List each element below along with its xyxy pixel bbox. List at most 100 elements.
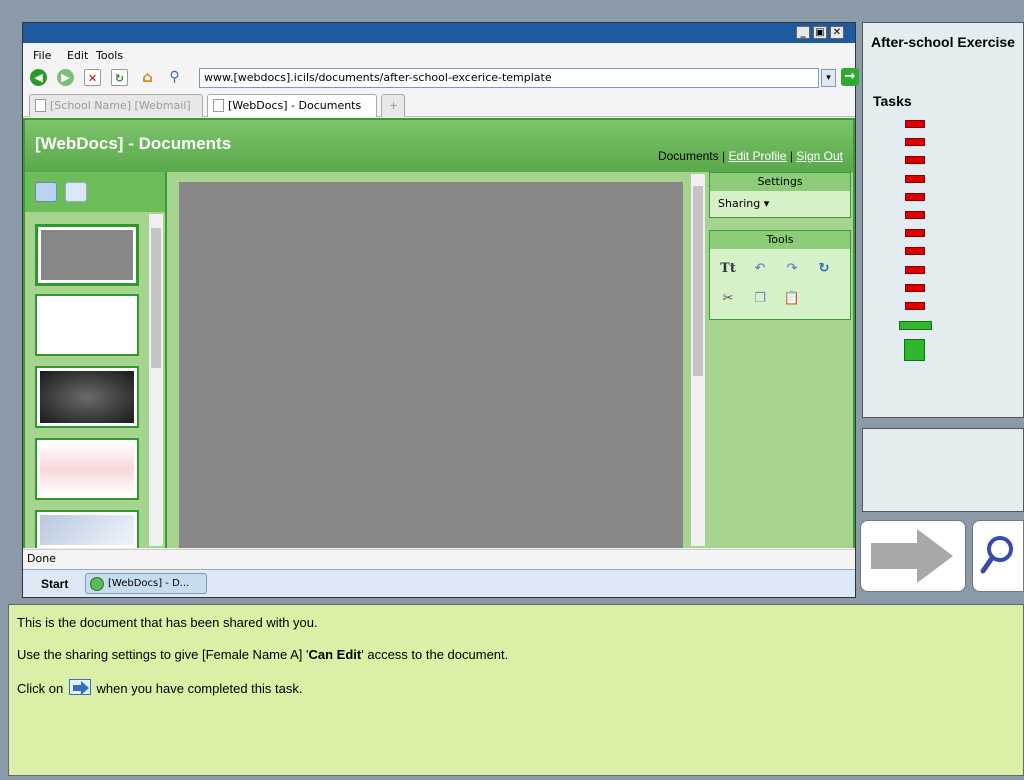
app-nav-links: Documents | Edit Profile | Sign Out: [658, 149, 843, 163]
thumbnail-scrollbar[interactable]: [149, 214, 163, 546]
slide-thumbnail-2[interactable]: [35, 294, 139, 356]
magnifier-icon: [980, 536, 1013, 574]
taskbar: Start [WebDocs] - D...: [23, 569, 855, 597]
task-marker-done: [905, 265, 925, 274]
tasks-label: Tasks: [873, 93, 912, 109]
instruction-line-2: Use the sharing settings to give [Female…: [17, 647, 508, 662]
text-format-icon[interactable]: Tt: [718, 259, 738, 279]
menu-tools[interactable]: Tools: [96, 49, 123, 62]
task-marker-done: [905, 229, 925, 238]
status-bar: Done: [23, 549, 855, 569]
close-button[interactable]: ✕: [830, 26, 844, 39]
tab-bar: [School Name] [Webmail] [WebDocs] - Docu…: [23, 91, 855, 117]
address-dropdown-icon[interactable]: ▾: [821, 69, 836, 87]
address-input[interactable]: www.[webdocs].icils/documents/after-scho…: [199, 68, 819, 88]
instruction-text: Click on: [17, 681, 64, 696]
taskbar-item-webdocs[interactable]: [WebDocs] - D...: [85, 573, 207, 594]
zoom-button[interactable]: [972, 520, 1024, 592]
instruction-line-3: Click on when you have completed this ta…: [17, 679, 302, 696]
documents-link[interactable]: Documents: [658, 149, 719, 163]
copy-icon[interactable]: ❐: [750, 289, 770, 309]
tools-header: Tools: [710, 231, 850, 249]
minimize-button[interactable]: _: [796, 26, 810, 39]
edit-profile-link[interactable]: Edit Profile: [728, 149, 786, 163]
new-tab-button[interactable]: +: [381, 94, 405, 117]
browser-window: _ ▣ ✕ File Edit Tools ◀ ▶ ✕ ↻ ⌂ ⚲ www.[w…: [22, 22, 859, 598]
app-title: [WebDocs] - Documents: [35, 134, 232, 153]
start-button[interactable]: Start: [41, 577, 68, 591]
menu-edit[interactable]: Edit: [67, 49, 88, 62]
task-marker-done: [905, 174, 925, 183]
scrollbar-thumb[interactable]: [693, 186, 703, 376]
link-separator: |: [721, 149, 726, 163]
instruction-highlight: Can Edit: [308, 647, 362, 662]
instruction-text: when you have completed this task.: [96, 681, 303, 696]
document-icon: [213, 99, 224, 112]
arrow-right-icon: [871, 529, 953, 583]
instructions-panel: This is the document that has been share…: [8, 604, 1024, 776]
task-marker-done: [905, 283, 925, 292]
menu-bar: File Edit Tools: [23, 43, 855, 65]
task-marker-done: [905, 302, 925, 310]
task-marker-done: [905, 138, 925, 147]
scrollbar-thumb[interactable]: [151, 228, 161, 368]
task-marker-done: [905, 156, 925, 165]
document-icon: [35, 99, 46, 112]
settings-box: Settings Sharing ▾: [709, 172, 851, 218]
tab-label: [School Name] [Webmail]: [50, 99, 191, 112]
tasks-panel: After-school Exercise Tasks: [862, 22, 1024, 418]
window-titlebar: _ ▣ ✕: [23, 23, 855, 43]
task-marker-current: [899, 321, 932, 331]
search-icon[interactable]: ⚲: [166, 69, 183, 86]
refresh-icon[interactable]: ↻: [814, 259, 834, 279]
instruction-text: ' access to the document.: [361, 647, 509, 662]
tools-box: Tools Tt ↶ ↷ ↻ ✂ ❐ 📋: [709, 230, 851, 320]
back-icon[interactable]: ◀: [30, 69, 47, 86]
next-button[interactable]: [860, 520, 966, 592]
webdocs-app: [WebDocs] - Documents Documents | Edit P…: [23, 118, 855, 548]
slide-editor: [167, 172, 709, 548]
tab-webdocs[interactable]: [WebDocs] - Documents: [207, 94, 377, 117]
instruction-text: Use the sharing settings to give [Female…: [17, 647, 309, 662]
slide-canvas[interactable]: [179, 182, 683, 548]
task-marker-done: [905, 192, 925, 201]
tab-webmail[interactable]: [School Name] [Webmail]: [29, 94, 203, 117]
tab-label: [WebDocs] - Documents: [228, 99, 362, 112]
grid-view-icon[interactable]: [65, 182, 87, 202]
side-tools-panel: Settings Sharing ▾ Tools Tt ↶ ↷ ↻ ✂ ❐ 📋: [709, 172, 853, 548]
link-separator: |: [789, 149, 793, 163]
arrow-right-icon: [68, 679, 91, 695]
menu-file[interactable]: File: [33, 49, 51, 62]
slide-thumbnails-panel: [25, 172, 167, 548]
task-marker-done: [905, 247, 925, 256]
navigation-bar: ◀ ▶ ✕ ↻ ⌂ ⚲ www.[webdocs].icils/document…: [23, 65, 859, 91]
go-button[interactable]: →: [841, 68, 859, 86]
task-marker-next: [904, 339, 925, 362]
slide-thumbnail-3[interactable]: [35, 366, 139, 428]
instruction-line-1: This is the document that has been share…: [17, 615, 318, 630]
info-panel: [862, 428, 1024, 512]
settings-header: Settings: [710, 173, 850, 191]
browser-icon: [90, 577, 104, 591]
undo-icon[interactable]: ↶: [750, 259, 770, 279]
cut-icon[interactable]: ✂: [718, 289, 738, 309]
canvas-scrollbar[interactable]: [691, 174, 705, 546]
refresh-icon[interactable]: ↻: [111, 69, 128, 86]
stop-icon[interactable]: ✕: [84, 69, 101, 86]
maximize-button[interactable]: ▣: [813, 26, 827, 39]
task-marker-done: [905, 211, 925, 219]
task-marker-done: [905, 120, 925, 128]
paste-icon[interactable]: 📋: [782, 289, 802, 309]
sharing-dropdown[interactable]: Sharing ▾: [710, 191, 850, 216]
sign-out-link[interactable]: Sign Out: [796, 149, 843, 163]
slide-view-icon[interactable]: [35, 182, 57, 202]
home-icon[interactable]: ⌂: [139, 69, 156, 86]
forward-icon[interactable]: ▶: [57, 69, 74, 86]
taskbar-item-label: [WebDocs] - D...: [108, 578, 190, 589]
slide-thumbnail-4[interactable]: [35, 438, 139, 500]
view-toolbar: [25, 172, 165, 212]
slide-thumbnail-1[interactable]: [35, 224, 139, 286]
app-header: [WebDocs] - Documents Documents | Edit P…: [25, 120, 853, 172]
slide-thumbnail-5[interactable]: [35, 510, 139, 548]
redo-icon[interactable]: ↷: [782, 259, 802, 279]
